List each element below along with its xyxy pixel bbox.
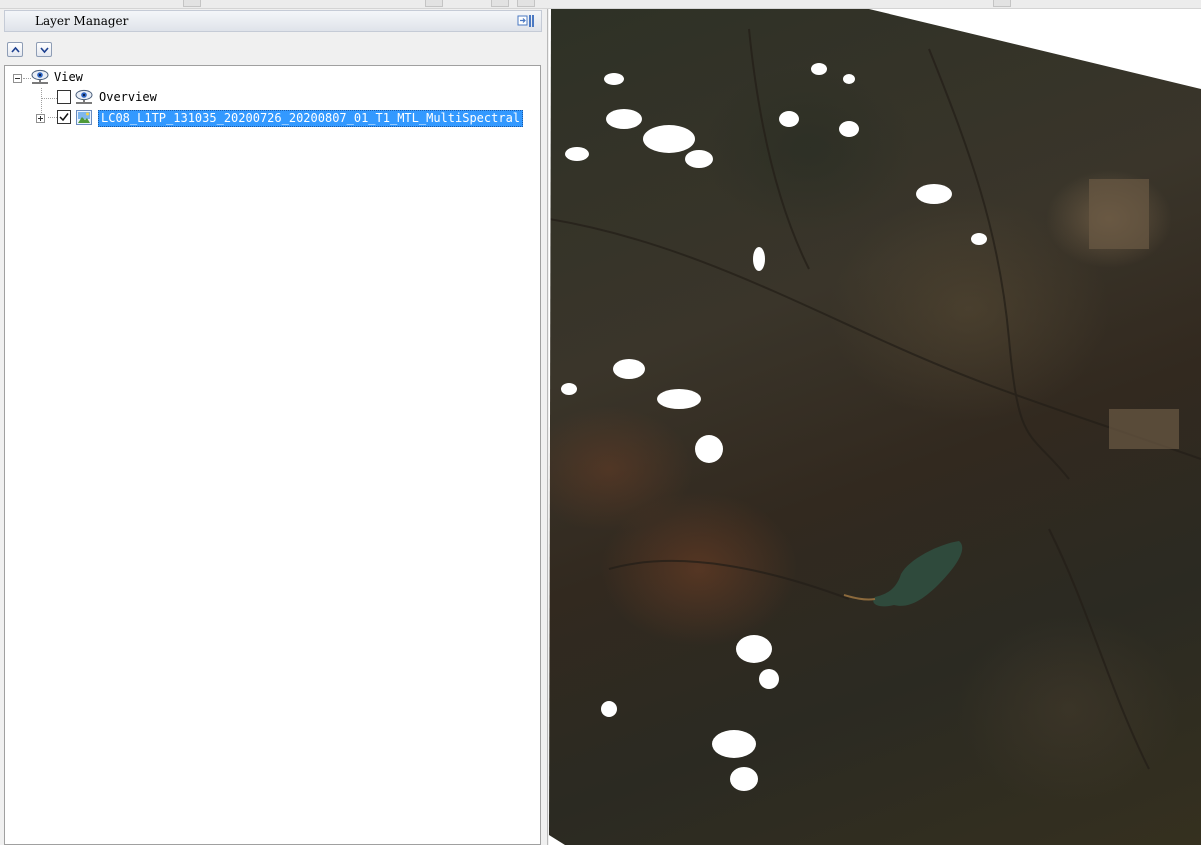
satellite-image [549,9,1201,845]
app-window: Layer Manager View Overview LC08_L1TP_13… [0,0,1201,845]
toolbar-button[interactable] [491,0,509,7]
toolbar-button[interactable] [183,0,201,7]
move-up-button[interactable] [7,42,23,57]
move-down-icon [40,47,49,54]
tree-node-view[interactable]: View [11,69,151,87]
top-toolbar-strip [0,0,1201,9]
collapse-toggle[interactable] [13,74,22,83]
tree-connector [23,78,31,79]
eye-icon [75,89,93,105]
layer-tree: View Overview LC08_L1TP_131035_20200726_… [4,65,541,845]
eye-icon [31,69,49,85]
toolbar-button[interactable] [425,0,443,7]
layer-manager-panel: Layer Manager View Overview LC08_L1TP_13… [0,9,548,845]
move-down-button[interactable] [36,42,52,57]
move-up-icon [11,46,20,53]
tree-node-label: LC08_L1TP_131035_20200726_20200807_01_T1… [98,110,524,127]
expand-toggle[interactable] [36,114,45,123]
tree-node-label: View [54,70,83,84]
tree-node-label: Overview [99,90,157,104]
panel-header: Layer Manager [4,10,542,32]
layer-visibility-checkbox[interactable] [57,90,71,104]
dock-pin-icon[interactable] [517,13,535,29]
satellite-image-features [549,28,1201,791]
raster-image-icon [76,110,94,126]
tree-node-raster-layer[interactable]: LC08_L1TP_131035_20200726_20200807_01_T1… [36,109,540,127]
panel-title: Layer Manager [35,14,129,28]
toolbar-button[interactable] [993,0,1011,7]
layer-visibility-checkbox[interactable] [57,110,71,124]
tree-node-overview[interactable]: Overview [57,89,177,107]
checkmark-icon [59,113,69,122]
toolbar-button[interactable] [517,0,535,7]
map-canvas[interactable] [549,9,1201,845]
